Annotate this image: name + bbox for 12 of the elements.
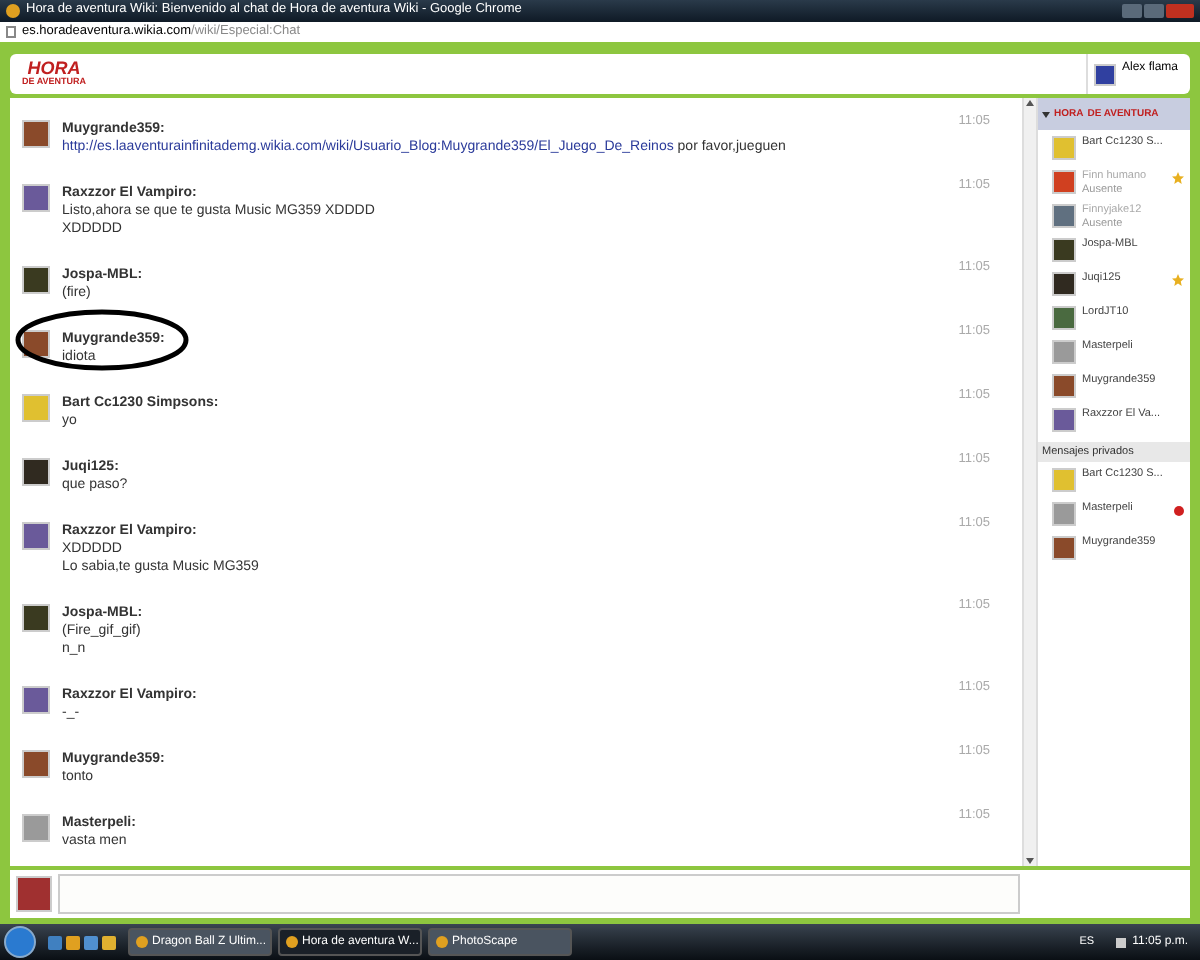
message-input[interactable] <box>58 874 1020 914</box>
avatar-icon <box>16 876 52 912</box>
page-icon <box>6 26 16 38</box>
browser-icon <box>6 4 20 18</box>
avatar-icon <box>1093 63 1116 85</box>
app-icon <box>286 936 298 948</box>
app-icon <box>136 936 148 948</box>
app-icon <box>436 936 448 948</box>
logo-title: HORA <box>27 60 81 79</box>
caret-icon <box>1042 111 1050 117</box>
scroll-down-icon <box>1026 858 1034 864</box>
start-button[interactable] <box>4 926 36 958</box>
